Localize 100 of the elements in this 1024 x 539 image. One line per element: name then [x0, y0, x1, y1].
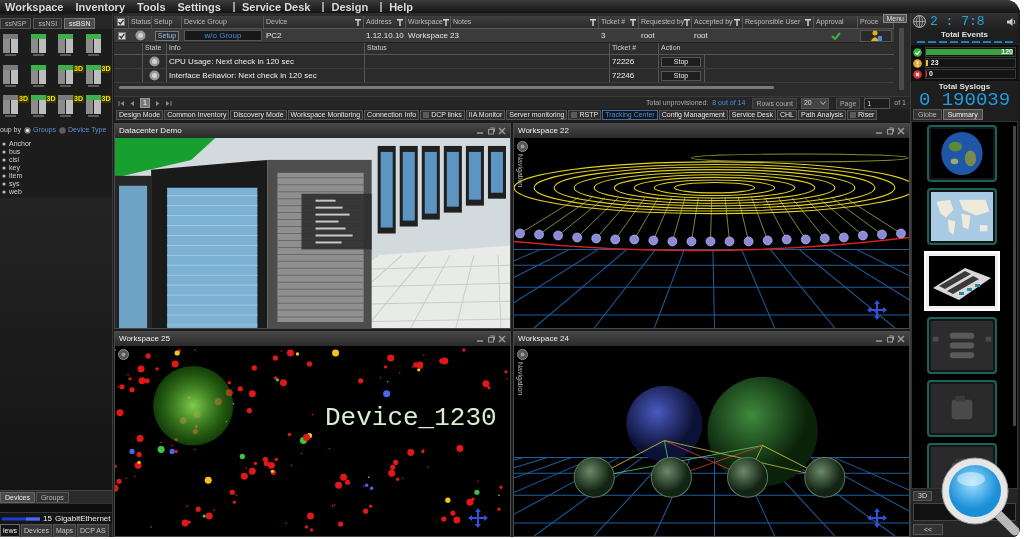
- server-icon[interactable]: [30, 34, 46, 56]
- caret-icon: [819, 101, 826, 105]
- check-circle-icon: [913, 47, 922, 57]
- clock-display: 2 : 7:8: [930, 14, 985, 29]
- window-title: Workspace 25: [119, 333, 170, 345]
- restore-icon[interactable]: [886, 127, 894, 135]
- vertical-scrollbar[interactable]: [1012, 126, 1016, 426]
- table-cell: 1.12.10.10: [366, 29, 404, 42]
- syslog-counter: 0 190039: [918, 91, 1011, 109]
- status-disc-icon: [135, 30, 146, 41]
- restore-icon[interactable]: [487, 335, 495, 343]
- restore-icon[interactable]: [487, 127, 495, 135]
- state-disc-icon: [149, 56, 160, 67]
- server-icon[interactable]: [30, 95, 46, 118]
- view-thumbnail[interactable]: [926, 125, 997, 182]
- checkbox[interactable]: [117, 18, 125, 26]
- rack-drawing: [930, 321, 993, 370]
- user-alert-icon: [870, 30, 882, 41]
- view-thumbnail[interactable]: [926, 317, 997, 374]
- tree-bullet-icon: [2, 173, 6, 178]
- close-icon[interactable]: [897, 127, 905, 135]
- menu-item[interactable]: Help: [389, 0, 413, 13]
- filter-icon[interactable]: [590, 18, 596, 26]
- server-icon[interactable]: [58, 34, 73, 56]
- filter-icon[interactable]: [355, 18, 361, 26]
- legend-label: GigabitEthernet: [54, 512, 111, 525]
- radio-icon[interactable]: [59, 127, 66, 134]
- tree-bullet-icon: [2, 181, 6, 186]
- horizontal-scrollbar[interactable]: [119, 86, 774, 89]
- device-drawing: [930, 384, 993, 433]
- tree-bullet-icon: [2, 149, 6, 154]
- filter-icon[interactable]: [397, 18, 403, 26]
- table-cell: 72246: [612, 69, 635, 82]
- window-title: Workspace 22: [518, 125, 569, 137]
- vertical-scrollbar[interactable]: [898, 28, 904, 90]
- table-cell: Workspace 23: [408, 29, 459, 42]
- globe-icon[interactable]: [913, 15, 926, 28]
- server-icon[interactable]: [58, 64, 73, 87]
- last-page-icon[interactable]: [165, 99, 172, 107]
- tree-bullet-icon: [2, 141, 6, 146]
- tree-bullet-icon: [2, 189, 6, 194]
- server-icon[interactable]: [3, 95, 18, 118]
- device-group-button[interactable]: w/o Group: [184, 30, 262, 41]
- table-cell: root: [694, 29, 708, 42]
- restore-icon[interactable]: [886, 335, 894, 343]
- table-cell: PC2: [266, 29, 282, 42]
- filter-icon[interactable]: [442, 18, 449, 26]
- menu-item[interactable]: Settings: [177, 0, 221, 13]
- menu-item[interactable]: Workspace: [5, 0, 64, 13]
- server-icon[interactable]: [3, 34, 18, 56]
- next-page-icon[interactable]: [154, 99, 161, 107]
- move-arrows-icon[interactable]: [867, 508, 887, 528]
- checkbox[interactable]: [117, 31, 126, 40]
- link-line-icon: [2, 516, 40, 521]
- first-page-icon[interactable]: [118, 99, 125, 107]
- server-icon[interactable]: [85, 34, 101, 56]
- process-button[interactable]: [860, 29, 892, 42]
- globe-drawing: [930, 129, 993, 178]
- state-disc-icon: [149, 70, 160, 81]
- table-cell: 3: [601, 29, 606, 42]
- radio-icon[interactable]: [24, 127, 32, 134]
- window-title: Workspace 24: [518, 333, 569, 345]
- navigation-knob-icon[interactable]: [517, 141, 528, 152]
- menu-item[interactable]: Design: [331, 0, 369, 13]
- view-thumbnail[interactable]: [926, 188, 997, 245]
- speaker-icon[interactable]: [1006, 16, 1016, 27]
- syslogs-title: Total Syslogs: [938, 82, 991, 91]
- tree-bullet-icon: [2, 165, 6, 170]
- close-icon[interactable]: [498, 127, 506, 135]
- filter-icon[interactable]: [630, 18, 636, 26]
- filter-icon[interactable]: [684, 18, 691, 26]
- table-cell: root: [641, 29, 655, 42]
- table-cell: 72226: [612, 55, 635, 68]
- close-icon[interactable]: [498, 335, 506, 343]
- view-thumbnail[interactable]: [926, 380, 997, 437]
- server-icon[interactable]: [30, 64, 46, 87]
- device-label: Device_1230: [325, 404, 497, 432]
- close-icon[interactable]: [897, 335, 905, 343]
- move-arrows-icon[interactable]: [867, 300, 887, 320]
- menu-item[interactable]: Tools: [137, 0, 166, 13]
- warning-circle-icon: [913, 58, 922, 68]
- datacenter-drawing: [928, 256, 995, 306]
- server-icon[interactable]: [85, 95, 101, 118]
- navigation-knob-icon[interactable]: [517, 349, 528, 360]
- filter-icon[interactable]: [734, 18, 740, 26]
- navigation-knob-icon[interactable]: [118, 349, 129, 360]
- server-icon[interactable]: [3, 64, 18, 87]
- move-arrows-icon[interactable]: [468, 508, 488, 528]
- menu-item[interactable]: Inventory: [75, 0, 125, 13]
- error-circle-icon: [913, 69, 922, 79]
- legend-count: 15: [43, 512, 52, 525]
- world-map-drawing: [930, 192, 993, 241]
- filter-icon[interactable]: [805, 18, 811, 26]
- server-icon[interactable]: [58, 95, 73, 118]
- events-title: Total Events: [941, 30, 988, 39]
- server-icon[interactable]: [85, 64, 101, 87]
- previous-page-icon[interactable]: [129, 99, 136, 107]
- menu-item[interactable]: Service Desk: [241, 0, 311, 13]
- window-title: Datacenter Demo: [119, 125, 182, 137]
- table-cell: CPU Usage: Next check in 120 sec: [169, 55, 294, 68]
